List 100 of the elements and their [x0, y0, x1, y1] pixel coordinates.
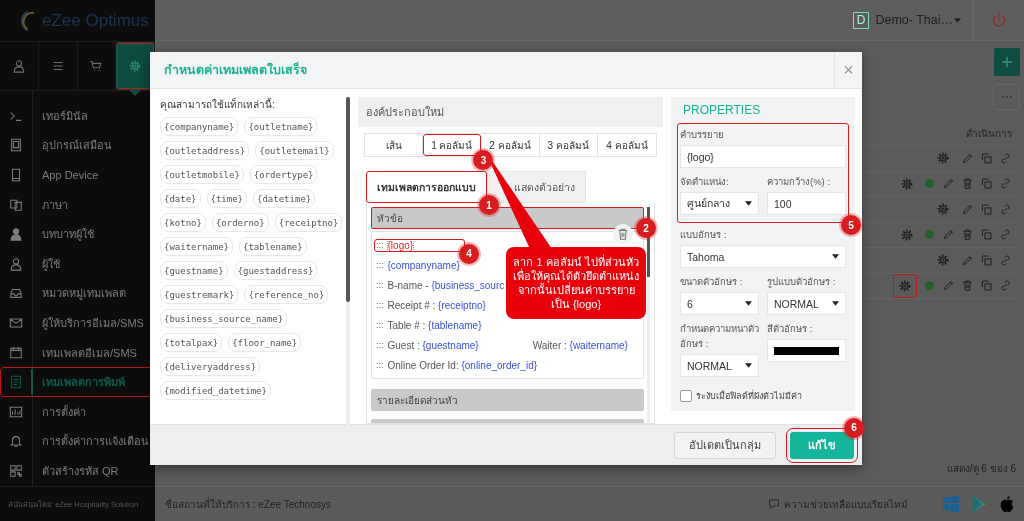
drag-handle[interactable]: :::: [376, 340, 384, 350]
drag-handle[interactable]: :::: [376, 320, 384, 330]
tag-chip[interactable]: {time}: [206, 189, 248, 208]
tag-chip[interactable]: {floor_name}: [228, 333, 302, 352]
sidebar-item[interactable]: ผู้ให้บริการอีเมล/SMS: [0, 308, 155, 338]
element-option[interactable]: 4 คอลัมน์: [597, 134, 656, 156]
sidebar-item[interactable]: ตัวสร้างรหัส QR: [0, 456, 155, 486]
copy-icon[interactable]: [980, 228, 993, 242]
dropdown[interactable]: NORMAL: [767, 292, 846, 315]
trash-icon[interactable]: [961, 279, 974, 293]
dropdown[interactable]: 6: [680, 292, 759, 315]
scrollbar[interactable]: [647, 207, 650, 423]
tag-chip[interactable]: {tablename}: [239, 237, 307, 256]
template-field[interactable]: Online Order Id: {online_order_id}: [387, 359, 538, 371]
trash-icon[interactable]: [961, 177, 974, 191]
link-icon[interactable]: [999, 253, 1012, 267]
section-bar[interactable]: รายละเอียดส่วนหัว: [371, 389, 644, 411]
link-icon[interactable]: [999, 202, 1012, 216]
color-field[interactable]: [767, 339, 846, 362]
cart-icon: [89, 59, 104, 73]
sidebar-item[interactable]: อุปกรณ์เสมือน: [0, 130, 155, 161]
element-option[interactable]: เส้น: [365, 134, 424, 156]
link-icon[interactable]: [999, 177, 1012, 191]
tag-chip[interactable]: {companyname}: [160, 117, 239, 136]
sidebar-item[interactable]: หมวดหมู่เทมเพลต: [0, 278, 155, 309]
copy-icon[interactable]: [980, 279, 993, 293]
bulk-update-button[interactable]: อัปเดตเป็นกลุ่ม: [674, 431, 776, 459]
sidebar-item[interactable]: การตั้งค่า: [0, 396, 155, 427]
text-field[interactable]: 100: [767, 192, 846, 215]
tag-chip[interactable]: {date}: [160, 189, 201, 208]
caret-icon: [954, 17, 961, 23]
bell-icon: [9, 434, 23, 449]
sidebar-item[interactable]: ภาษา: [0, 189, 155, 220]
play-triangle-icon[interactable]: [970, 495, 988, 513]
tag-chip[interactable]: {outletaddress}: [160, 141, 250, 160]
sidebar-item[interactable]: App Device: [0, 160, 155, 190]
tag-chip[interactable]: {totalpax}: [160, 333, 223, 352]
trash-icon[interactable]: [961, 228, 974, 242]
template-field[interactable]: Receipt # : {receiptno}: [387, 299, 486, 311]
template-field[interactable]: Waiter : {waitername}: [532, 339, 628, 351]
scrollbar[interactable]: [346, 97, 350, 425]
power-icon[interactable]: [991, 12, 1007, 28]
sidebar-item[interactable]: ผู้ใช้: [0, 248, 155, 279]
tag-chip[interactable]: {ordertype}: [249, 165, 318, 184]
drag-handle[interactable]: :::: [376, 260, 384, 270]
tag-chip[interactable]: {guestaddress}: [233, 261, 318, 280]
tag-chip[interactable]: {guestname}: [160, 261, 228, 280]
pencil-icon[interactable]: [961, 253, 974, 267]
add-button[interactable]: [994, 48, 1020, 76]
drag-handle[interactable]: :::: [376, 360, 384, 370]
copy-icon[interactable]: [980, 151, 993, 165]
copy-icon[interactable]: [980, 253, 993, 267]
checkbox[interactable]: [680, 390, 692, 402]
drag-handle[interactable]: :::: [376, 300, 384, 310]
element-option[interactable]: 3 คอลัมน์: [539, 134, 598, 156]
link-icon[interactable]: [999, 151, 1012, 165]
dropdown[interactable]: NORMAL: [680, 354, 759, 377]
sidebar-item[interactable]: การตั้งค่าการแจ้งเตือน: [0, 426, 155, 457]
tag-chip[interactable]: {deliveryaddress}: [160, 357, 261, 376]
pencil-icon[interactable]: [961, 151, 974, 165]
copy-icon[interactable]: [980, 177, 993, 191]
tag-chip[interactable]: {outletname}: [244, 117, 318, 136]
pencil-icon[interactable]: [942, 228, 955, 242]
tag-chip[interactable]: {receiptno}: [274, 213, 343, 232]
template-field[interactable]: Table # : {tablename}: [387, 319, 482, 331]
tag-chip[interactable]: {outletmobile}: [160, 165, 244, 184]
drag-handle[interactable]: :::: [376, 240, 384, 250]
sidebar-item[interactable]: บทบาทผู้ใช้: [0, 219, 155, 249]
tag-chip[interactable]: {orderno}: [211, 213, 269, 232]
field-label: สีตัวอักษร :: [767, 322, 814, 336]
dropdown[interactable]: Tahoma: [680, 245, 846, 268]
pencil-icon[interactable]: [961, 202, 974, 216]
copy-icon[interactable]: [980, 202, 993, 216]
pencil-icon[interactable]: [942, 177, 955, 191]
link-icon[interactable]: [999, 279, 1012, 293]
template-field[interactable]: {companyname}: [387, 259, 460, 271]
tag-chip[interactable]: {modified_datetime}: [160, 381, 271, 400]
text-field[interactable]: {logo}: [680, 145, 846, 168]
tag-chip[interactable]: {business_source_name}: [160, 309, 288, 328]
template-field[interactable]: B-name - {business_sourc: [387, 279, 505, 291]
sidebar-item[interactable]: เทอร์มินัล: [0, 101, 155, 131]
settings-button[interactable]: [893, 273, 917, 298]
drag-handle[interactable]: :::: [376, 280, 384, 290]
apple-icon[interactable]: [998, 495, 1016, 513]
element-option[interactable]: 2 คอลัมน์: [481, 134, 540, 156]
tag-chip[interactable]: {waitername}: [160, 237, 234, 256]
tag-chip[interactable]: {reference_no}: [244, 285, 329, 304]
tag-chip[interactable]: {kotno}: [160, 213, 206, 232]
sidebar-item[interactable]: เทมเพลตอีเมล/SMS: [0, 337, 155, 368]
caret-icon: [832, 254, 839, 259]
template-field[interactable]: {logo}: [387, 239, 414, 251]
tag-chip[interactable]: {outletemail}: [255, 141, 334, 160]
delete-button[interactable]: [613, 224, 633, 244]
more-button[interactable]: [993, 84, 1020, 110]
pencil-icon[interactable]: [942, 279, 955, 293]
dropdown[interactable]: ศูนย์กลาง: [680, 192, 759, 215]
link-icon[interactable]: [999, 228, 1012, 242]
tag-chip[interactable]: {datetime}: [253, 189, 316, 208]
tag-chip[interactable]: {guestremark}: [160, 285, 239, 304]
template-field[interactable]: Guest : {guestname}: [387, 339, 479, 351]
